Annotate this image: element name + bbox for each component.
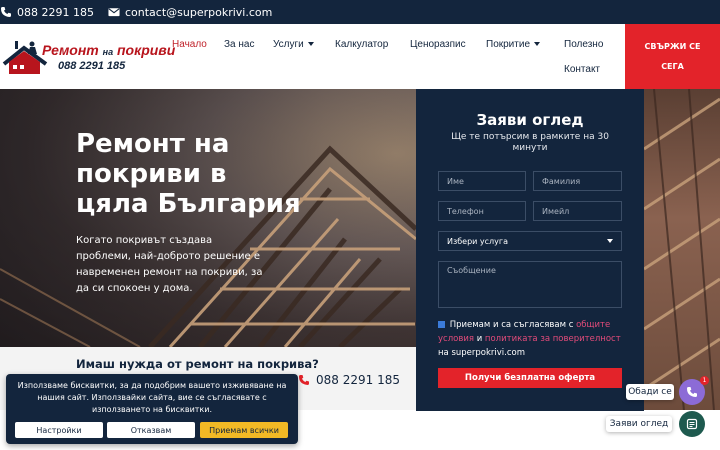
hero-text: Когато покривът създава проблеми, най-до… <box>76 235 263 294</box>
call-label[interactable]: Обади се <box>626 384 674 400</box>
topbar-phone-text: 088 2291 185 <box>17 5 94 19</box>
chevron-down-icon <box>307 42 314 47</box>
last-name-field[interactable]: Фамилия <box>533 171 622 191</box>
nav-useful[interactable]: Полезно <box>564 39 603 50</box>
topbar-email-link[interactable]: contact@superpokrivi.com <box>108 6 272 19</box>
consent-checkbox[interactable] <box>438 321 445 328</box>
cookie-decline-button[interactable]: Отказвам <box>107 422 195 438</box>
phone-field[interactable]: Телефон <box>438 201 526 221</box>
service-select-value: Избери услуга <box>447 236 508 246</box>
form-title: Заяви оглед <box>476 111 584 129</box>
chevron-down-icon <box>607 239 613 243</box>
phone-icon <box>687 387 697 397</box>
nav-contact[interactable]: Контакт <box>564 64 600 75</box>
nav-calculator[interactable]: Калкулатор <box>335 39 388 50</box>
nav-prices[interactable]: Ценоразпис <box>410 39 466 50</box>
inspection-form: Заяви оглед Ще те потърсим в рамките на … <box>416 89 644 411</box>
contact-now-button[interactable]: СВЪРЖИ СЕ СЕГА <box>625 24 720 89</box>
top-bar: 088 2291 185 contact@superpokrivi.com <box>0 0 720 24</box>
nav-services-label: Услуги <box>273 39 304 50</box>
logo-brand-small: на <box>102 47 114 57</box>
nav-roofing[interactable]: Покритие <box>486 39 540 50</box>
email-icon <box>108 6 120 18</box>
phone-icon <box>0 6 12 18</box>
cookie-banner: Използваме бисквитки, за да подобрим ваш… <box>6 374 298 444</box>
request-inspection-button[interactable] <box>679 411 705 437</box>
phone-icon <box>299 375 309 385</box>
nav-home[interactable]: Начало <box>172 39 207 50</box>
nav-services[interactable]: Услуги <box>273 39 314 50</box>
band-question: Имаш нужда от ремонт на покрива? <box>76 357 319 371</box>
consent-lead: Приемам и са съгласявам с <box>449 320 574 330</box>
chat-icon <box>686 418 698 430</box>
service-select[interactable]: Избери услуга <box>438 231 622 251</box>
first-name-field[interactable]: Име <box>438 171 526 191</box>
roof-photo-strip <box>644 89 720 411</box>
roof-beams-image <box>644 89 720 411</box>
topbar-email-text: contact@superpokrivi.com <box>124 5 273 19</box>
consent-text: Приемам и са съгласявам с общите условия… <box>438 318 628 360</box>
form-subtitle: Ще те потърсим в рамките на 30 минути <box>451 132 609 153</box>
band-phone-link[interactable]: 088 2291 185 <box>298 373 400 387</box>
logo-brand-main: Ремонт <box>42 42 99 58</box>
topbar-phone-link[interactable]: 088 2291 185 <box>0 6 94 19</box>
email-field[interactable]: Имейл <box>533 201 622 221</box>
consent-and: и <box>476 334 483 344</box>
logo-phone: 088 2291 185 <box>58 60 126 72</box>
call-badge: 1 <box>700 376 709 385</box>
cookie-settings-button[interactable]: Настройки <box>15 422 103 438</box>
cookie-accept-button[interactable]: Приемам всички <box>200 422 288 438</box>
logo-brand-text: Ремонт на покриви <box>42 42 175 58</box>
nav-roofing-label: Покритие <box>486 39 530 50</box>
privacy-link[interactable]: политиката за поверителност <box>485 334 621 344</box>
hero-title: Ремонт на покриви в цяла България <box>76 129 301 219</box>
logo-brand-end: покриви <box>117 42 176 58</box>
get-offer-button[interactable]: Получи безплатна оферта <box>438 368 622 388</box>
band-phone-text: 088 2291 185 <box>316 373 400 387</box>
request-label[interactable]: Заяви оглед <box>606 416 672 432</box>
site-logo[interactable]: Ремонт на покриви 088 2291 185 <box>2 38 175 78</box>
consent-site: на superpokrivi.com <box>438 348 526 358</box>
chevron-down-icon <box>534 42 540 47</box>
site-header: Ремонт на покриви 088 2291 185 Начало За… <box>0 24 720 89</box>
cookie-text: Използваме бисквитки, за да подобрим ваш… <box>17 381 287 414</box>
nav-about[interactable]: За нас <box>224 39 254 50</box>
message-field[interactable]: Съобщение <box>438 261 622 308</box>
